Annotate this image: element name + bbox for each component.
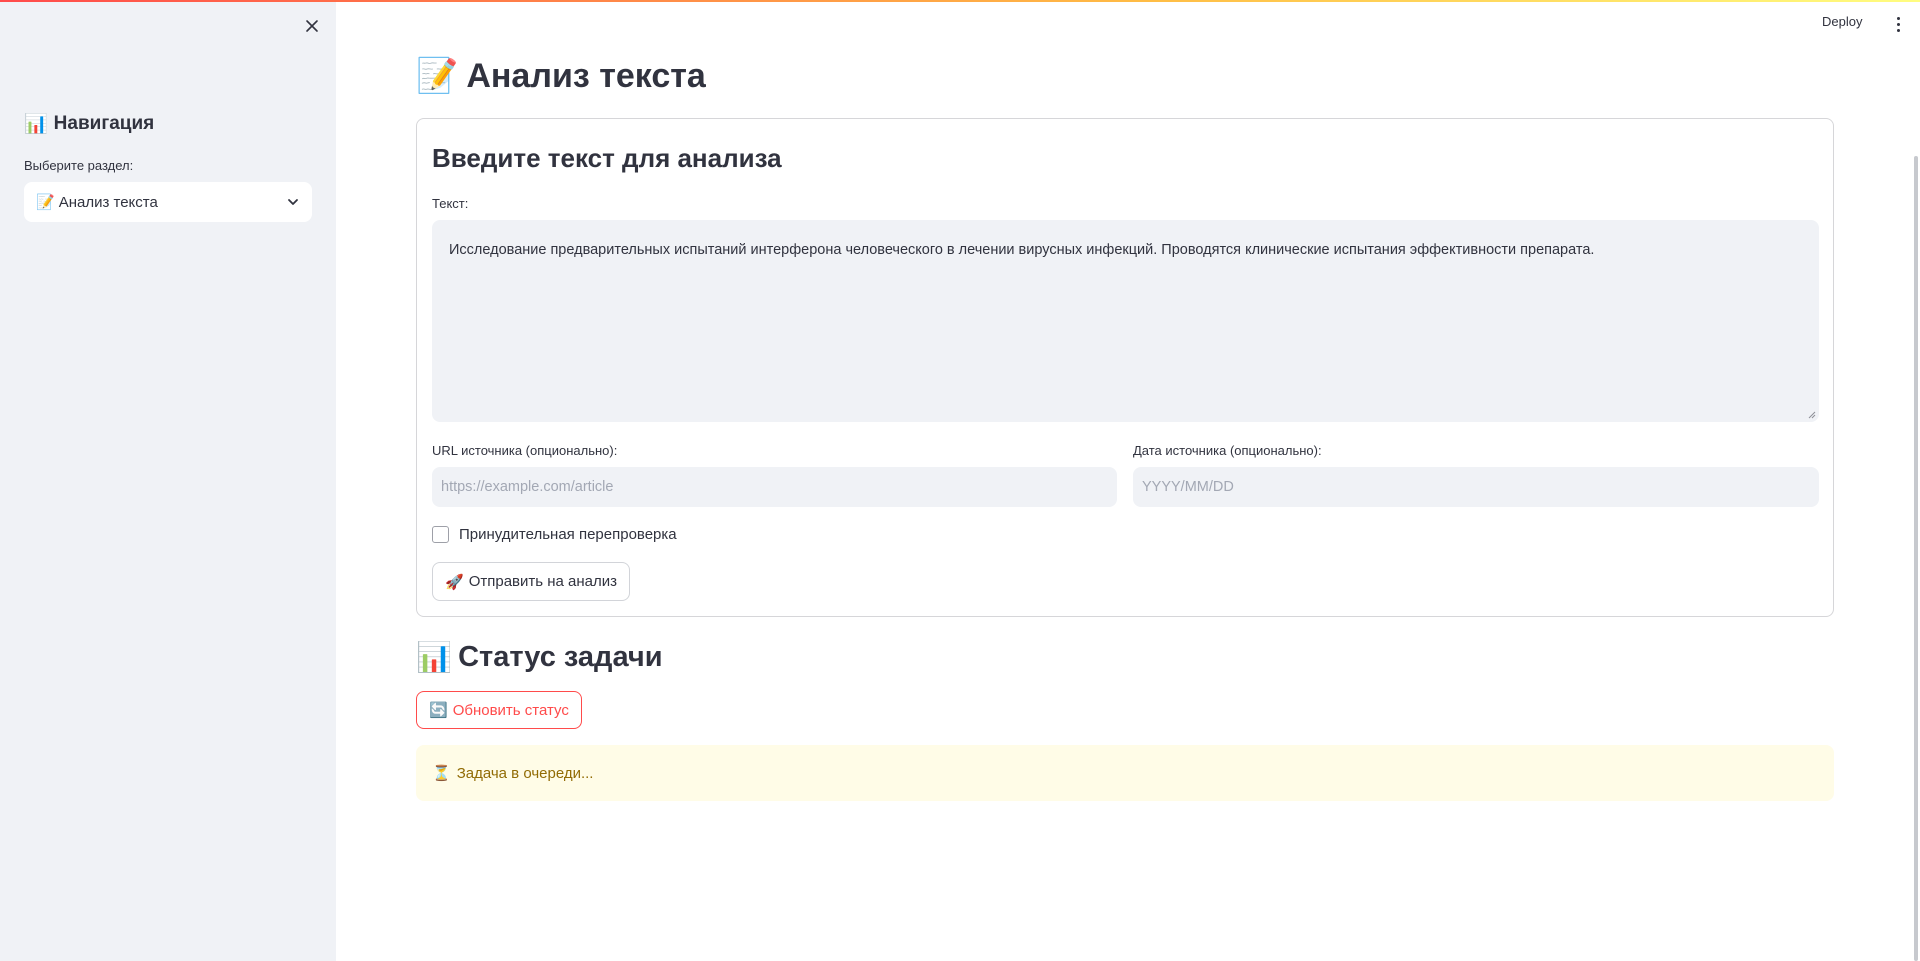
refresh-status-button[interactable]: 🔄 Обновить статус <box>416 691 582 729</box>
refresh-status-label: Обновить статус <box>452 701 569 719</box>
refresh-icon: 🔄 <box>429 701 448 719</box>
url-field-label: URL источника (опционально): <box>432 443 618 458</box>
top-decoration-bar <box>0 0 1920 2</box>
submit-analysis-label: Отправить на анализ <box>468 573 618 590</box>
hourglass-icon: ⏳ <box>432 764 451 782</box>
section-select[interactable]: 📝 Анализ текста <box>24 182 312 222</box>
resize-grip-icon[interactable] <box>1808 411 1816 419</box>
page-title-text: Анализ текста <box>466 56 706 95</box>
main-menu-button[interactable] <box>1892 12 1904 36</box>
close-sidebar-button[interactable] <box>300 14 324 38</box>
deploy-button[interactable]: Deploy <box>1822 14 1862 29</box>
url-input-placeholder: https://example.com/article <box>441 479 614 495</box>
sidebar-title: 📊 Навигация <box>24 112 155 136</box>
form-heading: Введите текст для анализа <box>432 143 782 173</box>
page-title: 📝 Анализ текста <box>416 56 706 96</box>
text-field-label: Текст: <box>432 196 469 211</box>
scrollbar[interactable] <box>1914 156 1918 961</box>
sidebar: 📊 Навигация Выберите раздел: 📝 Анализ те… <box>0 0 336 961</box>
close-icon <box>306 20 318 32</box>
rocket-icon: 🚀 <box>445 572 464 591</box>
status-message-box: ⏳ Задача в очереди... <box>416 745 1834 801</box>
sidebar-title-text: Навигация <box>53 112 155 134</box>
status-section-title: 📊 Статус задачи <box>416 640 663 675</box>
section-select-value: Анализ текста <box>58 193 158 211</box>
text-input[interactable]: Исследование предварительных испытаний и… <box>432 220 1819 422</box>
chevron-down-icon <box>288 199 298 205</box>
status-section-title-text: Статус задачи <box>458 641 663 673</box>
submit-analysis-button[interactable]: 🚀 Отправить на анализ <box>432 562 631 601</box>
date-field-label: Дата источника (опционально): <box>1133 443 1322 458</box>
url-input[interactable]: https://example.com/article <box>432 467 1117 507</box>
force-recheck-checkbox[interactable] <box>432 526 449 543</box>
bar-chart-icon: 📊 <box>416 640 453 674</box>
date-input[interactable]: YYYY/MM/DD <box>1133 467 1819 507</box>
analysis-form: Введите текст для анализа Текст: Исследо… <box>416 118 1834 617</box>
force-recheck-label: Принудительная перепроверка <box>459 526 677 543</box>
date-input-placeholder: YYYY/MM/DD <box>1142 479 1234 495</box>
status-message-text: Задача в очереди... <box>456 764 594 782</box>
text-input-value: Исследование предварительных испытаний и… <box>449 242 1595 258</box>
more-vertical-icon <box>1896 16 1900 20</box>
bar-chart-icon: 📊 <box>24 113 48 135</box>
section-select-label: Выберите раздел: <box>24 158 134 173</box>
force-recheck-checkbox-row[interactable]: Принудительная перепроверка <box>432 526 677 543</box>
memo-icon: 📝 <box>416 56 459 96</box>
memo-icon: 📝 <box>36 193 55 211</box>
